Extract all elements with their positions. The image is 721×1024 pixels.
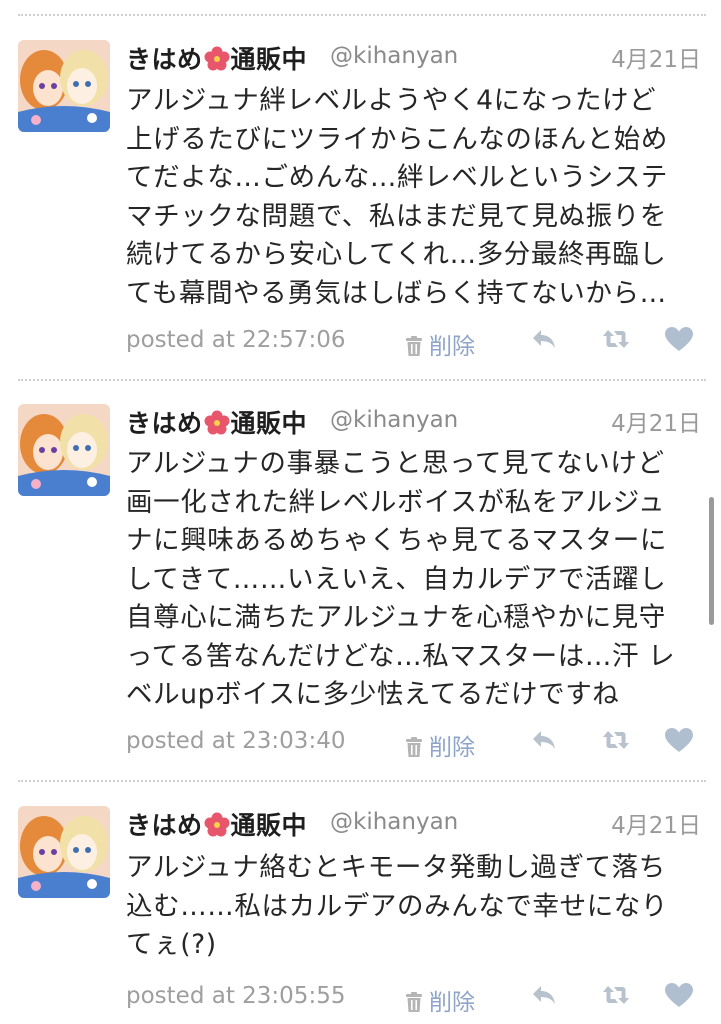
tweet-date[interactable]: 4月21日	[611, 404, 701, 438]
retweet-icon[interactable]	[601, 982, 631, 1008]
display-name-suffix: 通販中	[230, 409, 308, 438]
display-name-text: きはめ	[126, 811, 203, 840]
posted-timestamp: posted at 23:05:55	[126, 983, 346, 1009]
delete-label: 削除	[429, 334, 475, 360]
tweet-text: アルジュナ絡むとキモータ発動し過ぎて落ち 込む……私はカルデアのみんなで幸せにな…	[126, 849, 708, 965]
trash-icon	[406, 737, 422, 757]
hibiscus-icon	[204, 46, 230, 71]
top-divider	[18, 14, 706, 16]
avatar[interactable]	[18, 40, 110, 132]
display-name[interactable]: きはめ 通販中	[126, 806, 307, 842]
heart-icon[interactable]	[664, 326, 694, 352]
tweet-text-line: ってる筈なんだけどな…私マスターは…汗 レ	[126, 640, 676, 672]
reply-icon[interactable]	[530, 727, 560, 753]
retweet-icon[interactable]	[601, 326, 631, 352]
tweet-date[interactable]: 4月21日	[611, 40, 701, 74]
user-handle[interactable]: @kihanyan	[330, 407, 458, 433]
tweet-text-line: アルジュナの事暴こうと思って見てないけど	[126, 448, 665, 479]
retweet-icon[interactable]	[601, 727, 631, 753]
tweet-text-line: マチックな問題で、私はまだ見て見ぬ振りを	[126, 200, 667, 232]
trash-icon	[406, 336, 422, 356]
tweet-text: アルジュナ絆レベルようやく4になったけど 上げるたびにツライからこんなのほんと始…	[126, 82, 708, 313]
display-name-text: きはめ	[126, 409, 203, 438]
delete-button[interactable]: 削除	[403, 728, 475, 762]
reply-icon[interactable]	[530, 982, 560, 1008]
user-handle[interactable]: @kihanyan	[330, 809, 458, 835]
user-handle[interactable]: @kihanyan	[330, 43, 458, 69]
tweet-text-line: ても幕間やる勇気はしばらく持てないから…	[126, 277, 667, 309]
delete-label: 削除	[429, 735, 475, 761]
trash-icon	[406, 992, 422, 1012]
delete-button[interactable]: 削除	[403, 983, 475, 1017]
tweet-text-line: ベルupボイスに多少怯えてるだけですね	[126, 679, 620, 710]
display-name[interactable]: きはめ 通販中	[126, 404, 307, 440]
posted-timestamp: posted at 22:57:06	[126, 327, 346, 353]
tweet-divider	[18, 780, 706, 782]
tweet-date[interactable]: 4月21日	[611, 806, 701, 840]
tweet-text-line: 続けてるから安心してくれ…多分最終再臨し	[126, 239, 667, 270]
display-name-text: きはめ	[126, 45, 203, 74]
tweet-text-line: てだよな…ごめんな…絆レベルというシステ	[126, 162, 668, 193]
posted-timestamp: posted at 23:03:40	[126, 728, 346, 754]
display-name-suffix: 通販中	[230, 811, 308, 840]
tweet-text-line: アルジュナ絡むとキモータ発動し過ぎて落ち	[126, 852, 666, 883]
avatar[interactable]	[18, 404, 110, 496]
tweet-text-line: 上げるたびにツライからこんなのほんと始め	[126, 123, 668, 155]
delete-label: 削除	[429, 990, 475, 1016]
hibiscus-icon	[204, 812, 230, 837]
reply-icon[interactable]	[530, 326, 560, 352]
tweet-divider	[18, 379, 706, 381]
tweet-text-line: してきて……いえいえ、自カルデアで活躍し	[126, 563, 667, 595]
avatar[interactable]	[18, 806, 110, 898]
tweet-text-line: 自尊心に満ちたアルジュナを心穏やかに見守	[126, 602, 666, 633]
tweet-text-line: てぇ(?)	[126, 929, 217, 960]
heart-icon[interactable]	[664, 727, 694, 753]
tweet-text-line: アルジュナ絆レベルようやく4になったけど	[126, 85, 657, 116]
tweet-text-line: 込む……私はカルデアのみんなで幸せになり	[126, 890, 668, 922]
tweet-text-line: 画一化された絆レベルボイスが私をアルジュ	[126, 486, 666, 518]
tweet-text: アルジュナの事暴こうと思って見てないけど 画一化された絆レベルボイスが私をアルジ…	[126, 445, 708, 715]
scrollbar[interactable]	[709, 497, 714, 625]
delete-button[interactable]: 削除	[403, 327, 475, 361]
tweet-text-line: ナに興味あるめちゃくちゃ見てるマスターに	[126, 525, 667, 556]
display-name[interactable]: きはめ 通販中	[126, 40, 307, 76]
hibiscus-icon	[204, 410, 230, 435]
heart-icon[interactable]	[664, 982, 694, 1008]
display-name-suffix: 通販中	[230, 45, 308, 74]
